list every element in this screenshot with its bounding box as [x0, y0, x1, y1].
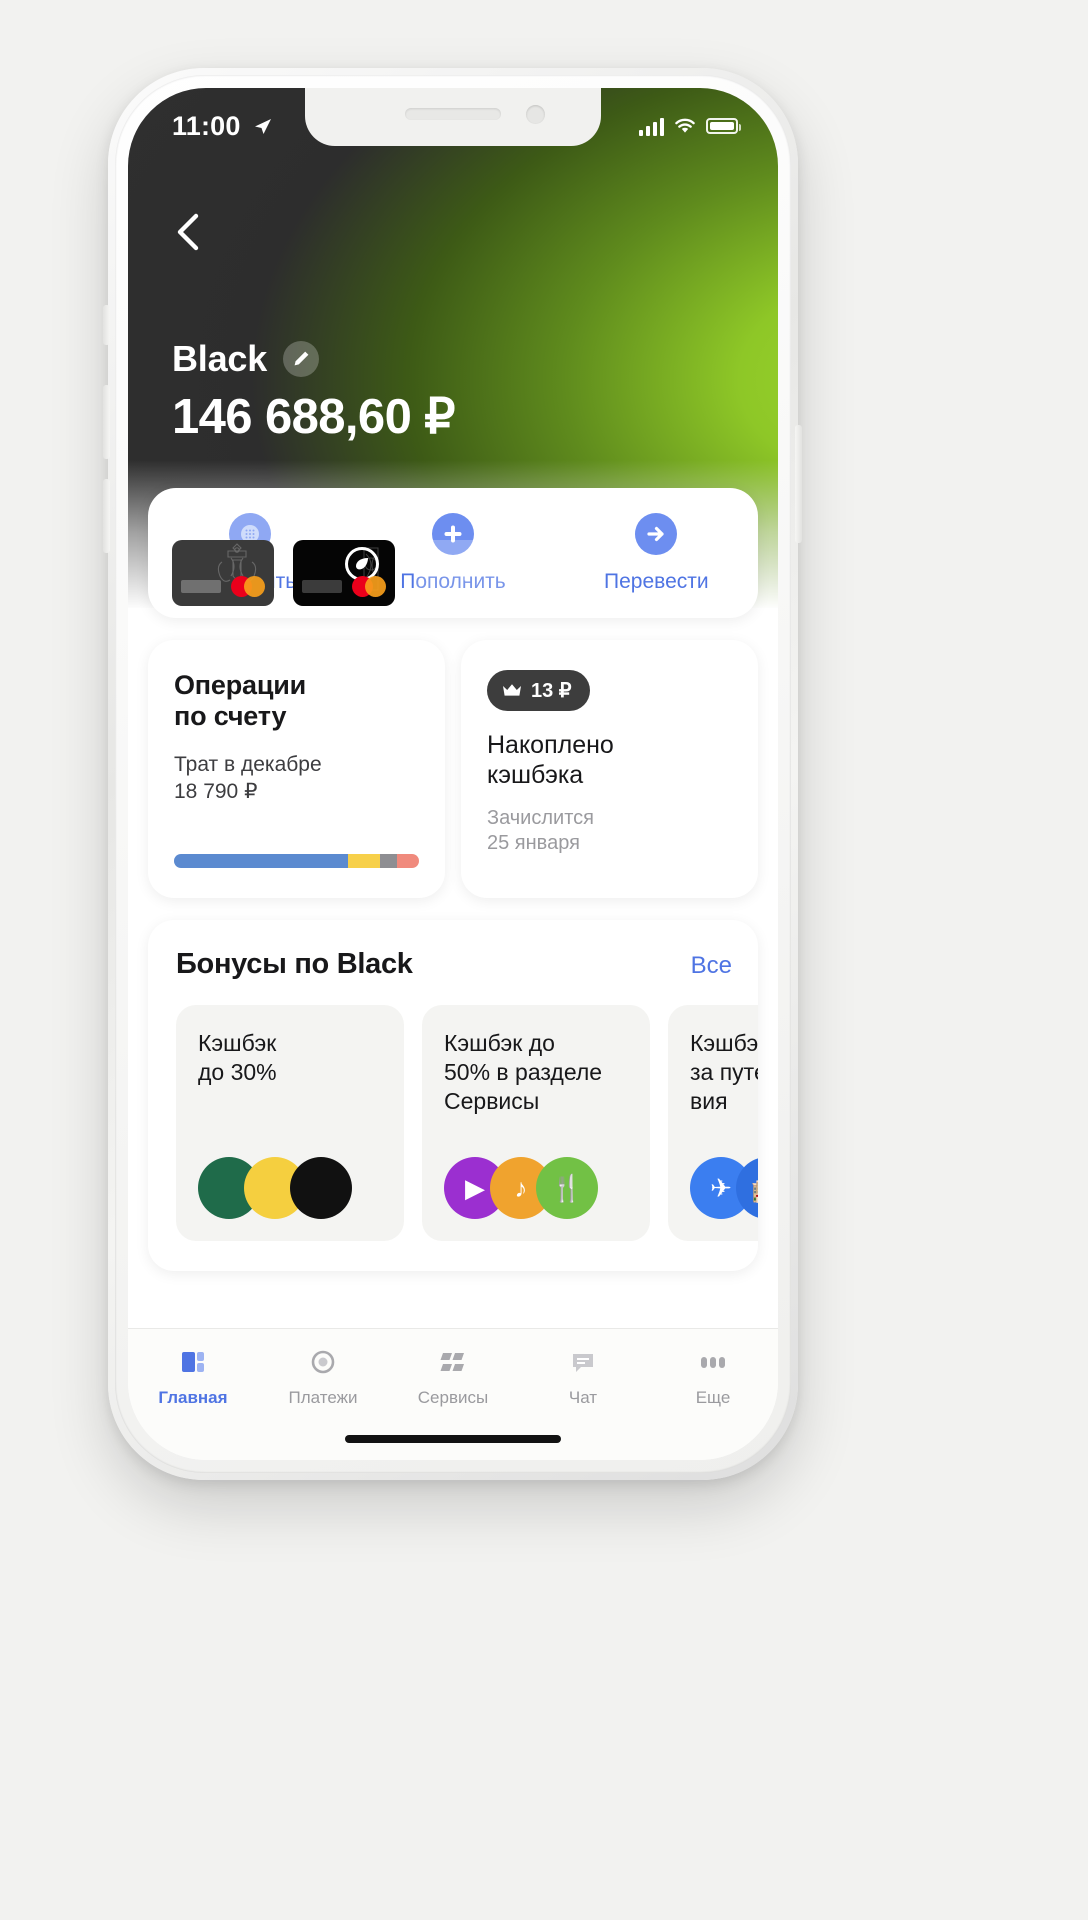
location-arrow-icon — [254, 119, 271, 134]
operations-sub: Трат в декабре 18 790 ₽ — [174, 752, 322, 803]
edit-card-button[interactable] — [283, 341, 320, 377]
back-button[interactable] — [164, 206, 216, 258]
cellular-bars-icon — [638, 117, 664, 136]
card-thumb-crest[interactable] — [172, 540, 274, 606]
summary-row: Операции по счету Трат в декабре 18 790 … — [148, 640, 758, 898]
bonuses-all-link[interactable]: Все — [691, 952, 732, 980]
front-camera — [526, 105, 545, 124]
action-transfer[interactable]: Перевести — [555, 512, 758, 594]
bonus-icon-group — [198, 1157, 352, 1219]
action-transfer-label: Перевести — [604, 569, 709, 593]
card-thumb-black[interactable] — [293, 540, 395, 606]
account-balance: 146 688,60 ₽ — [172, 390, 455, 444]
card-stripe — [181, 580, 221, 593]
bonus-card-text: Кэшбэк до 50% в разделе Сервисы — [444, 1030, 603, 1114]
bonus-card[interactable]: Кэшбэк до 50% в разделе Сервисы ▶ ♪ 🍴 — [422, 1005, 650, 1241]
arrow-right-circle-icon — [635, 512, 678, 555]
mastercard-icon — [352, 576, 386, 597]
bonus-card-text: Кэшбэк до 30% — [198, 1030, 277, 1085]
back-chevron-icon — [177, 213, 199, 251]
card-title-row: Black — [172, 338, 320, 380]
cashback-amount: 13 ₽ — [531, 680, 572, 702]
operations-title: Операции по счету — [174, 670, 307, 732]
bonus-card[interactable]: Кэшбэкза путешествия ✈🏨 — [668, 1005, 758, 1241]
bonuses-title: Бонусы по Black — [176, 948, 413, 980]
cashback-note: Зачислится 25 января — [487, 807, 594, 854]
bonus-card-text: Кэшбэкза путешествия — [690, 1030, 758, 1114]
phone-screen: 11:00 Black 146 688,60 ₽ + Пополнить Пер… — [128, 88, 778, 1460]
add-card-label: + — [454, 549, 478, 593]
status-icons — [638, 117, 741, 136]
operations-card[interactable]: Операции по счету Трат в декабре 18 790 … — [148, 640, 445, 898]
card-stripe — [302, 580, 342, 593]
progress-segment — [174, 854, 348, 868]
bonus-card[interactable]: Кэшбэк до 30% — [176, 1005, 404, 1241]
crown-icon — [503, 684, 521, 696]
spending-progress-bar — [174, 854, 419, 868]
cashback-title: Накоплено кэшбэка — [487, 731, 614, 789]
cashback-badge: 13 ₽ — [487, 670, 590, 711]
screenshot-stage: 11:00 Black 146 688,60 ₽ + Пополнить Пер… — [0, 0, 1088, 1920]
bonus-icon-group: ✈🏨 — [690, 1157, 758, 1219]
bonuses-carousel[interactable]: Кэшбэк до 30% Кэшбэк до 50% в разделе Сервис… — [148, 981, 758, 1241]
pencil-icon — [294, 351, 309, 366]
black-circle-icon — [290, 1157, 352, 1219]
add-card-button[interactable]: + — [414, 540, 518, 606]
bonuses-header: Бонусы по Black Все — [148, 948, 758, 981]
volume-down-button[interactable] — [103, 479, 110, 553]
progress-segment — [347, 854, 380, 868]
progress-segment — [379, 854, 397, 868]
volume-up-button[interactable] — [103, 385, 110, 459]
food-icon: 🍴 — [536, 1157, 598, 1219]
card-name: Black — [172, 338, 268, 379]
cashback-card[interactable]: 13 ₽ Накоплено кэшбэка Зачислится 25 янв… — [461, 640, 758, 898]
content-sheet: Оплатить Пополнить — [128, 88, 778, 1460]
bonuses-card: Бонусы по Black Все Кэшбэк до 30% Кэшбэк д… — [148, 920, 758, 1271]
wifi-icon — [675, 118, 695, 133]
mute-switch[interactable] — [103, 305, 110, 345]
bonus-icon-group: ▶ ♪ 🍴 — [444, 1157, 598, 1219]
status-time-group: 11:00 — [172, 111, 273, 142]
power-button[interactable] — [795, 425, 802, 543]
mastercard-icon — [231, 576, 265, 597]
status-time: 11:00 — [172, 110, 241, 141]
progress-segment — [396, 854, 419, 868]
card-thumbnails: + — [172, 540, 518, 606]
earpiece-speaker — [405, 108, 501, 120]
battery-full-icon — [706, 118, 741, 134]
device-notch — [305, 88, 601, 146]
